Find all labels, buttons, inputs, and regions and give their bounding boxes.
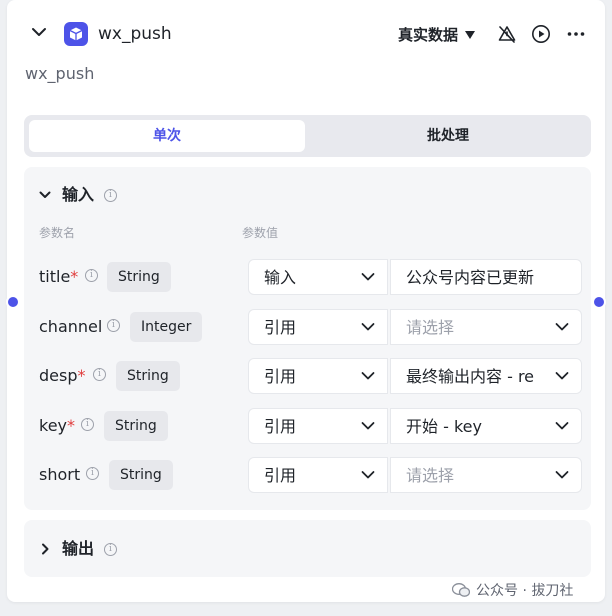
chevron-right-icon[interactable] [39,543,51,555]
value-input[interactable]: 公众号内容已更新 [390,259,582,295]
output-port[interactable] [592,295,606,309]
type-badge: String [116,361,180,391]
chevron-down-icon [361,422,375,430]
info-icon: i [107,319,120,332]
info-icon: i [93,368,106,381]
info-icon: i [86,467,99,480]
info-icon: i [104,189,117,202]
column-header-value: 参数值 [242,226,279,240]
reference-select[interactable]: 最终输出内容 - re [390,358,582,394]
type-badge: String [104,411,168,441]
chevron-down-icon [361,471,375,479]
type-badge: String [107,262,171,292]
tab-single[interactable]: 单次 [29,120,305,152]
watermark: 公众号 · 拔刀社 [452,582,573,600]
output-section: 输出 i [24,520,591,577]
reference-select-placeholder: 请选择 [406,318,455,337]
param-name: desp* [39,366,86,385]
chevron-down-icon [361,273,375,281]
chevron-down-icon [555,422,569,430]
param-name: channel [39,317,103,336]
source-select[interactable]: 引用 [248,358,388,394]
play-icon[interactable] [531,24,551,44]
wechat-icon [452,583,470,597]
run-mode-tabs: 单次 批处理 [24,115,591,157]
caret-down-icon[interactable] [465,31,475,39]
cube-icon [64,22,88,46]
source-select-value: 引用 [264,417,297,436]
source-select-value: 输入 [264,268,297,287]
source-select[interactable]: 引用 [248,309,388,345]
workflow-node-card: wx_push 真实数据 wx_push 单次 批处理 输入 i 参数名 参数值… [6,0,606,602]
required-mark: * [77,366,86,385]
mode-selector-label[interactable]: 真实数据 [398,25,458,45]
reference-select[interactable]: 开始 - key [390,408,582,444]
source-select-value: 引用 [264,466,297,485]
chevron-down-icon [555,372,569,380]
param-name: short [39,465,81,484]
input-section: 输入 i 参数名 参数值 title* i String 输入 公众号内容已更新… [24,167,591,510]
reference-select-value: 最终输出内容 - re [406,367,535,386]
param-name: key* [39,416,76,435]
value-input-text: 公众号内容已更新 [406,268,535,287]
tab-batch[interactable]: 批处理 [310,120,586,152]
reference-select-placeholder: 请选择 [406,466,455,485]
chevron-down-icon [361,372,375,380]
param-name: title* [39,267,79,286]
type-badge: String [109,460,173,490]
info-icon: i [85,269,98,282]
node-title[interactable]: wx_push [98,24,172,44]
required-mark: * [67,416,76,435]
reference-select[interactable]: 请选择 [390,309,582,345]
reference-select-value: 开始 - key [406,417,482,436]
chevron-down-icon [361,323,375,331]
input-section-title[interactable]: 输入 [62,185,94,205]
node-description: wx_push [25,64,95,83]
input-port[interactable] [6,295,20,309]
required-mark: * [70,267,79,286]
chevron-down-icon [555,471,569,479]
type-badge: Integer [130,312,203,342]
reference-select[interactable]: 请选择 [390,457,582,493]
source-select[interactable]: 引用 [248,457,388,493]
chevron-down-icon[interactable] [39,189,51,201]
source-select-value: 引用 [264,318,297,337]
output-section-title[interactable]: 输出 [62,539,94,559]
source-select[interactable]: 引用 [248,408,388,444]
warning-off-icon[interactable] [497,24,517,44]
info-icon: i [104,543,117,556]
column-header-name: 参数名 [39,226,76,240]
watermark-text: 公众号 · 拔刀社 [476,583,574,599]
source-select[interactable]: 输入 [248,259,388,295]
node-header: wx_push 真实数据 [7,0,605,70]
chevron-down-icon [555,323,569,331]
info-icon: i [81,418,94,431]
more-icon[interactable] [566,24,586,44]
collapse-chevron-icon[interactable] [31,24,47,40]
source-select-value: 引用 [264,367,297,386]
